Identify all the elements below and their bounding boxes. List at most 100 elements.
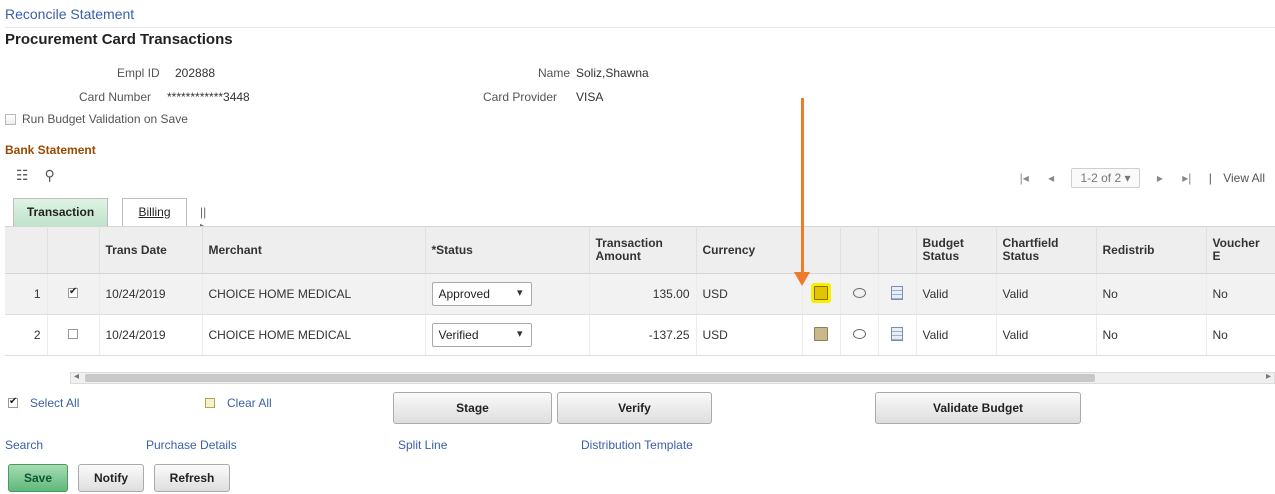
col-currency: Currency bbox=[696, 226, 803, 274]
col-comments bbox=[840, 226, 879, 274]
details-cell bbox=[878, 314, 917, 356]
table-row: 2 10/24/2019 CHOICE HOME MEDICAL Verifie… bbox=[5, 314, 1275, 356]
comment-icon[interactable] bbox=[852, 288, 866, 298]
amount: -137.25 bbox=[589, 314, 697, 356]
notify-button[interactable]: Notify bbox=[78, 464, 144, 492]
annotation-arrow-shaft bbox=[801, 98, 804, 276]
tab-transaction[interactable]: Transaction bbox=[13, 198, 108, 226]
col-budget-status: Budget Status bbox=[916, 226, 997, 274]
status-select[interactable]: Verified bbox=[431, 323, 532, 347]
section-title: Bank Statement bbox=[5, 143, 96, 157]
status-value: Approved bbox=[438, 287, 490, 301]
scrollbar-thumb[interactable] bbox=[85, 374, 1095, 382]
first-page-icon[interactable]: |◂ bbox=[1020, 171, 1029, 185]
select-all-icon[interactable] bbox=[8, 396, 18, 408]
row-select[interactable] bbox=[47, 273, 100, 315]
voucher: No bbox=[1206, 273, 1275, 315]
purchase-details-link[interactable]: Purchase Details bbox=[146, 438, 237, 452]
redistrib: No bbox=[1096, 273, 1207, 315]
col-voucher: Voucher E bbox=[1206, 226, 1275, 274]
search-link[interactable]: Search bbox=[5, 438, 43, 452]
status-value: Verified bbox=[438, 328, 479, 342]
last-page-icon[interactable]: ▸| bbox=[1182, 171, 1191, 185]
search-icon[interactable]: ⚲ bbox=[44, 167, 54, 183]
card-provider-label: Card Provider bbox=[483, 90, 558, 104]
redistrib: No bbox=[1096, 314, 1207, 356]
card-provider-value: VISA bbox=[576, 90, 604, 104]
comment-icon[interactable] bbox=[852, 329, 866, 339]
status-cell: Approved bbox=[425, 273, 590, 315]
chartfield-status: Valid bbox=[996, 314, 1097, 356]
currency: USD bbox=[696, 273, 803, 315]
run-budget-validation[interactable]: Run Budget Validation on Save bbox=[5, 112, 188, 126]
run-budget-checkbox[interactable] bbox=[5, 113, 16, 125]
clear-all[interactable]: Clear All bbox=[205, 396, 272, 410]
col-merchant: Merchant bbox=[202, 226, 426, 274]
scroll-left-icon[interactable]: ◂ bbox=[74, 371, 79, 382]
page-title: Procurement Card Transactions bbox=[5, 31, 233, 48]
select-all[interactable]: Select All bbox=[8, 396, 79, 410]
distribution-icon[interactable] bbox=[814, 285, 828, 300]
row-checkbox[interactable] bbox=[68, 286, 78, 298]
split-line-link[interactable]: Split Line bbox=[398, 438, 447, 452]
clear-all-link[interactable]: Clear All bbox=[227, 396, 272, 410]
name-label: Name bbox=[538, 66, 571, 80]
col-select bbox=[47, 226, 100, 274]
refresh-button[interactable]: Refresh bbox=[154, 464, 230, 492]
scroll-right-icon[interactable]: ▸ bbox=[1266, 371, 1271, 382]
col-redistrib: Redistrib bbox=[1096, 226, 1207, 274]
voucher: No bbox=[1206, 314, 1275, 356]
col-amount: Transaction Amount bbox=[589, 226, 697, 274]
card-number-label: Card Number bbox=[79, 90, 152, 104]
range-dropdown[interactable]: 1-2 of 2 ▾ bbox=[1071, 168, 1140, 188]
divider bbox=[5, 27, 1275, 28]
run-budget-label: Run Budget Validation on Save bbox=[22, 112, 188, 126]
next-page-icon[interactable]: ▸ bbox=[1157, 171, 1163, 185]
details-cell bbox=[878, 273, 917, 315]
status-select[interactable]: Approved bbox=[431, 282, 532, 306]
tab-billing[interactable]: Billing bbox=[122, 198, 187, 226]
col-row-num bbox=[5, 226, 48, 274]
empl-id-label: Empl ID bbox=[117, 66, 160, 80]
row-checkbox[interactable] bbox=[68, 329, 78, 339]
trans-date: 10/24/2019 bbox=[99, 314, 203, 356]
horizontal-scrollbar[interactable]: ◂ ▸ bbox=[70, 371, 1275, 384]
personalize-grid-icon[interactable]: ☷ bbox=[16, 167, 29, 183]
comments-cell bbox=[840, 273, 879, 315]
comments-cell bbox=[840, 314, 879, 356]
details-icon[interactable] bbox=[891, 285, 903, 300]
col-chartfield-status: Chartfield Status bbox=[996, 226, 1097, 274]
breadcrumb[interactable]: Reconcile Statement bbox=[5, 6, 134, 22]
save-button[interactable]: Save bbox=[8, 464, 68, 492]
details-icon[interactable] bbox=[891, 326, 903, 341]
distribution-template-link[interactable]: Distribution Template bbox=[581, 438, 693, 452]
empl-id-value: 202888 bbox=[175, 66, 216, 80]
table-header: Trans Date Merchant *Status Transaction … bbox=[5, 226, 1275, 274]
range-text: 1-2 of 2 bbox=[1080, 171, 1122, 185]
select-all-link[interactable]: Select All bbox=[30, 396, 79, 410]
amount: 135.00 bbox=[589, 273, 697, 315]
validate-budget-button[interactable]: Validate Budget bbox=[875, 392, 1081, 424]
row-number: 2 bbox=[5, 314, 48, 356]
row-number: 1 bbox=[5, 273, 48, 315]
currency: USD bbox=[696, 314, 803, 356]
col-details bbox=[878, 226, 917, 274]
distribution-icon[interactable] bbox=[814, 326, 828, 341]
trans-date: 10/24/2019 bbox=[99, 273, 203, 315]
prev-page-icon[interactable]: ◂ bbox=[1048, 171, 1054, 185]
transactions-table: Trans Date Merchant *Status Transaction … bbox=[5, 226, 1275, 356]
merchant-link[interactable]: CHOICE HOME MEDICAL bbox=[202, 273, 426, 315]
stage-button[interactable]: Stage bbox=[393, 392, 552, 424]
col-status: *Status bbox=[425, 226, 590, 274]
chartfield-status: Valid bbox=[996, 273, 1097, 315]
clear-all-icon[interactable] bbox=[205, 398, 215, 408]
name-value: Soliz,Shawna bbox=[576, 66, 649, 80]
merchant-link[interactable]: CHOICE HOME MEDICAL bbox=[202, 314, 426, 356]
verify-button[interactable]: Verify bbox=[557, 392, 712, 424]
budget-status: Valid bbox=[916, 273, 997, 315]
row-select[interactable] bbox=[47, 314, 100, 356]
view-all-link[interactable]: View All bbox=[1223, 171, 1265, 185]
table-row: 1 10/24/2019 CHOICE HOME MEDICAL Approve… bbox=[5, 273, 1275, 315]
annotation-arrow-head bbox=[794, 272, 810, 286]
grid-toolbar: ☷ ⚲ bbox=[16, 167, 55, 184]
